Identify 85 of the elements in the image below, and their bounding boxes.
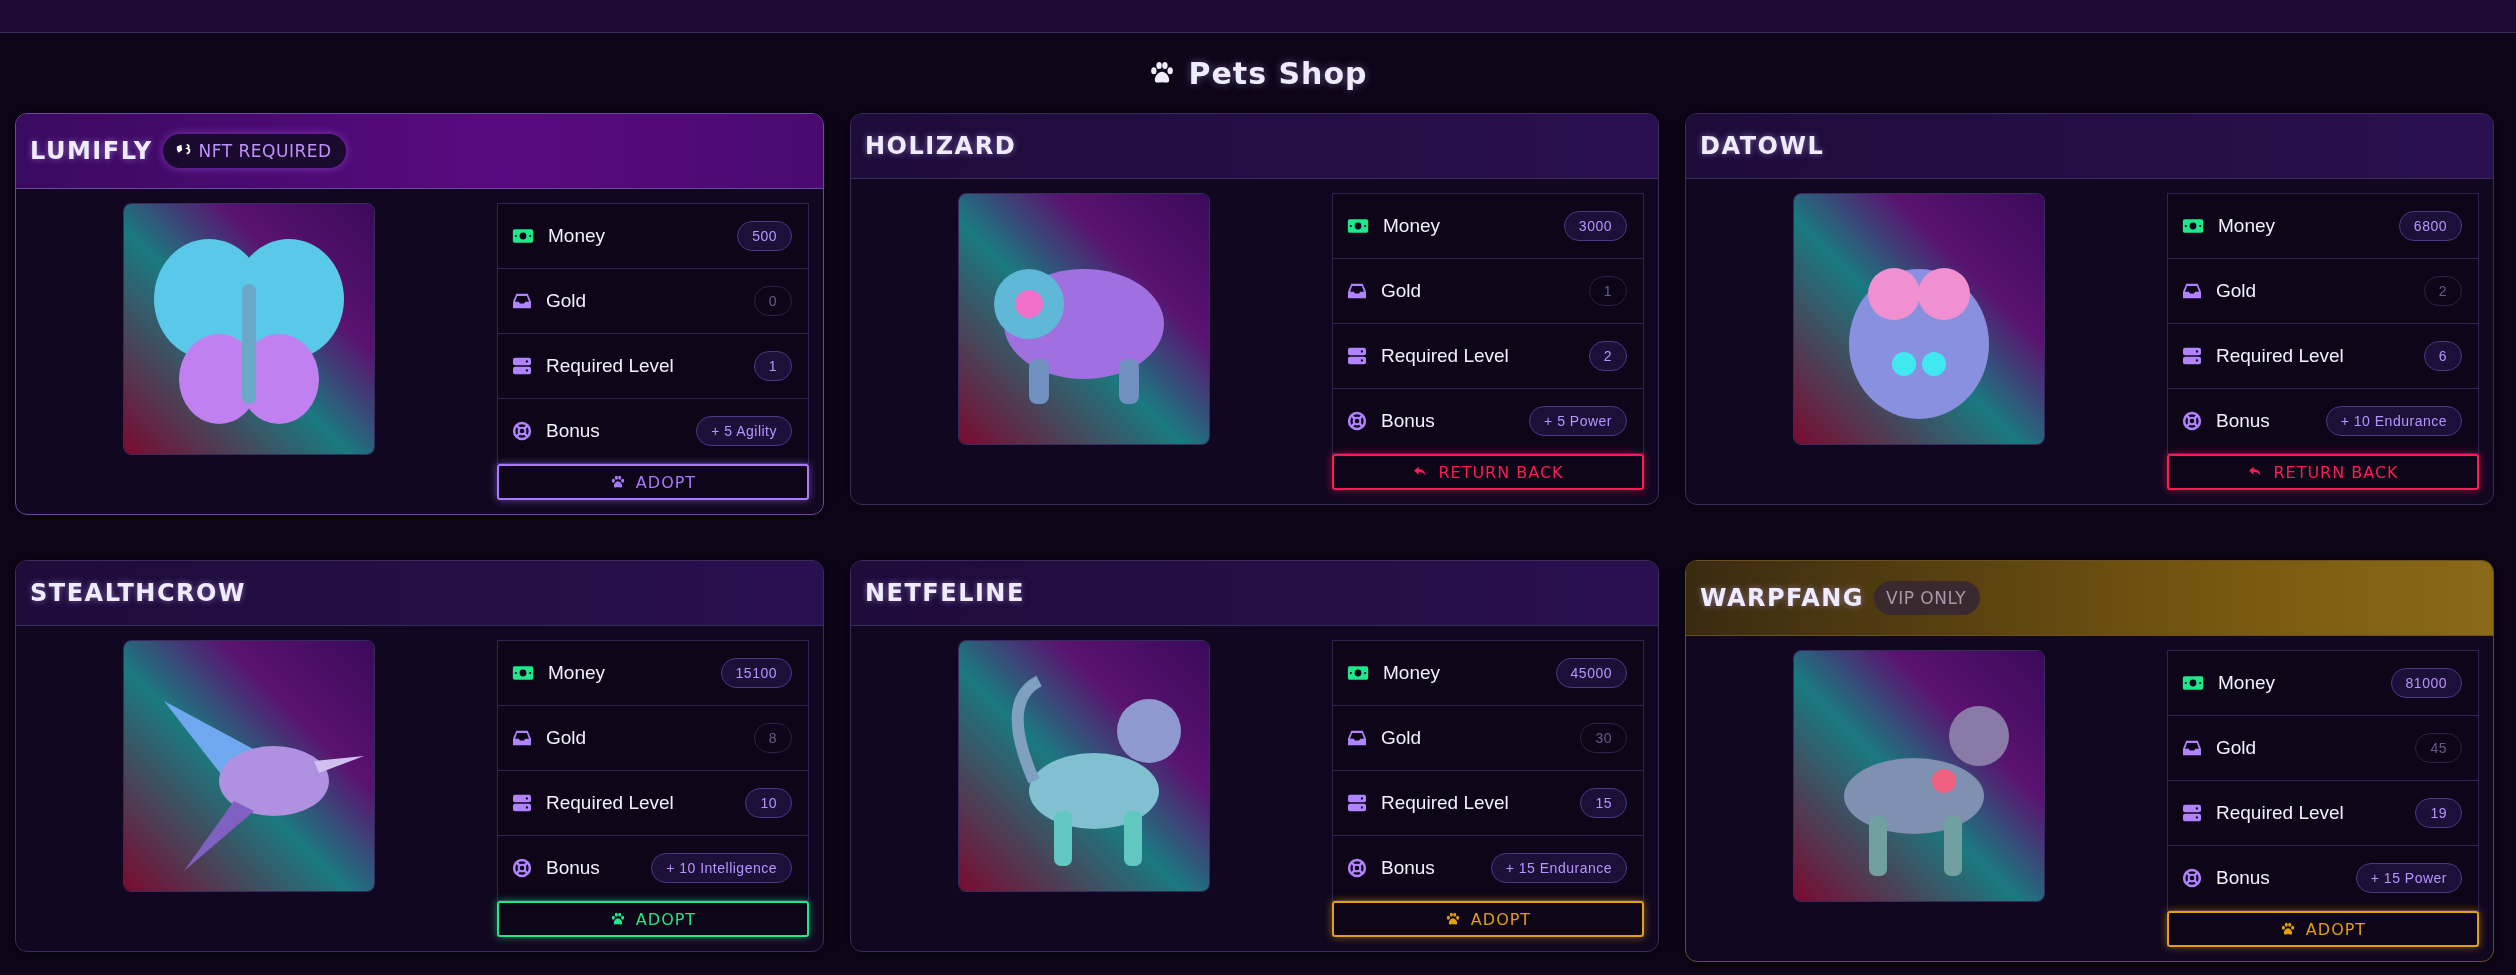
tray-icon [1347,729,1367,747]
pet-name: HOLIZARD [865,132,1017,160]
stat-value: 45000 [1555,658,1627,688]
banknote-icon [1347,665,1369,681]
stat-label: Gold [546,727,588,749]
stat-label: Gold [2216,280,2258,302]
tray-icon [512,292,532,310]
lifebuoy-icon [512,858,532,878]
lifebuoy-icon [2182,868,2202,888]
stat-label: Bonus [2216,867,2271,889]
return-back-button[interactable]: RETURN BACK [2167,454,2479,490]
stat-label: Required Level [1381,345,1510,367]
tray-icon [1347,282,1367,300]
stat-label: Bonus [1381,410,1436,432]
stat-label: Money [1383,662,1442,684]
stat-label: Gold [2216,737,2258,759]
stat-value: 500 [737,221,792,251]
stat-value: + 10 Endurance [2325,406,2462,436]
stat-value: 3000 [1563,211,1627,241]
paw-icon [609,474,626,490]
banknote-icon [1347,218,1369,234]
stat-label: Money [2218,215,2277,237]
stat-value: 19 [2415,798,2462,828]
adopt-button[interactable]: ADOPT [2167,911,2479,947]
tray-icon [512,729,532,747]
stat-label: Required Level [546,355,675,377]
stat-label: Required Level [2216,802,2345,824]
stat-label: Bonus [546,857,601,879]
stat-value: 10 [745,788,792,818]
vip-badge: VIP ONLY [1874,581,1981,615]
stat-value: 6 [2423,341,2462,371]
banknote-icon [512,665,534,681]
stat-value: + 15 Power [2355,863,2462,893]
stat-label: Money [1383,215,1442,237]
stat-value: + 10 Intelligence [651,853,792,883]
stat-label: Gold [1381,280,1423,302]
server-icon [2182,804,2202,822]
stat-value: 81000 [2390,668,2462,698]
stat-label: Gold [1381,727,1423,749]
page-title: Pets Shop [1188,55,1368,91]
banknote-icon [2182,675,2204,691]
stat-label: Bonus [1381,857,1436,879]
stat-value: 15 [1580,788,1627,818]
server-icon [1347,347,1367,365]
return-back-button[interactable]: RETURN BACK [1332,454,1644,490]
stat-label: Bonus [546,420,601,442]
stat-label: Required Level [546,792,675,814]
pet-name: DATOWL [1700,132,1825,160]
stat-label: Required Level [2216,345,2345,367]
stat-value: 1 [753,351,792,381]
stat-label: Money [548,662,607,684]
stat-value: 6800 [2398,211,2462,241]
nft-badge: NFT REQUIRED [162,134,346,168]
server-icon [512,357,532,375]
lifebuoy-icon [2182,411,2202,431]
paw-icon [2279,921,2296,937]
stat-value: 2 [1588,341,1627,371]
server-icon [1347,794,1367,812]
stat-value: + 5 Power [1529,406,1627,436]
pet-name: NETFELINE [865,579,1025,607]
adopt-button[interactable]: ADOPT [497,464,809,500]
stat-value: + 15 Endurance [1490,853,1627,883]
adopt-button[interactable]: ADOPT [497,901,809,937]
server-icon [512,794,532,812]
paw-icon [609,911,626,927]
lifebuoy-icon [1347,858,1367,878]
paw-icon [1444,911,1461,927]
lifebuoy-icon [512,421,532,441]
stat-label: Money [2218,672,2277,694]
stat-value: 15100 [720,658,792,688]
tray-icon [2182,282,2202,300]
pet-name: WARPFANG [1700,584,1865,612]
pet-name: STEALTHCROW [30,579,246,607]
banknote-icon [2182,218,2204,234]
stat-value: + 5 Agility [696,416,792,446]
lifebuoy-icon [1347,411,1367,431]
banknote-icon [512,228,534,244]
stat-label: Gold [546,290,588,312]
stat-label: Required Level [1381,792,1510,814]
stat-label: Money [548,225,607,247]
adopt-button[interactable]: ADOPT [1332,901,1644,937]
pet-name: LUMIFLY [30,137,153,165]
tray-icon [2182,739,2202,757]
server-icon [2182,347,2202,365]
stat-label: Bonus [2216,410,2271,432]
